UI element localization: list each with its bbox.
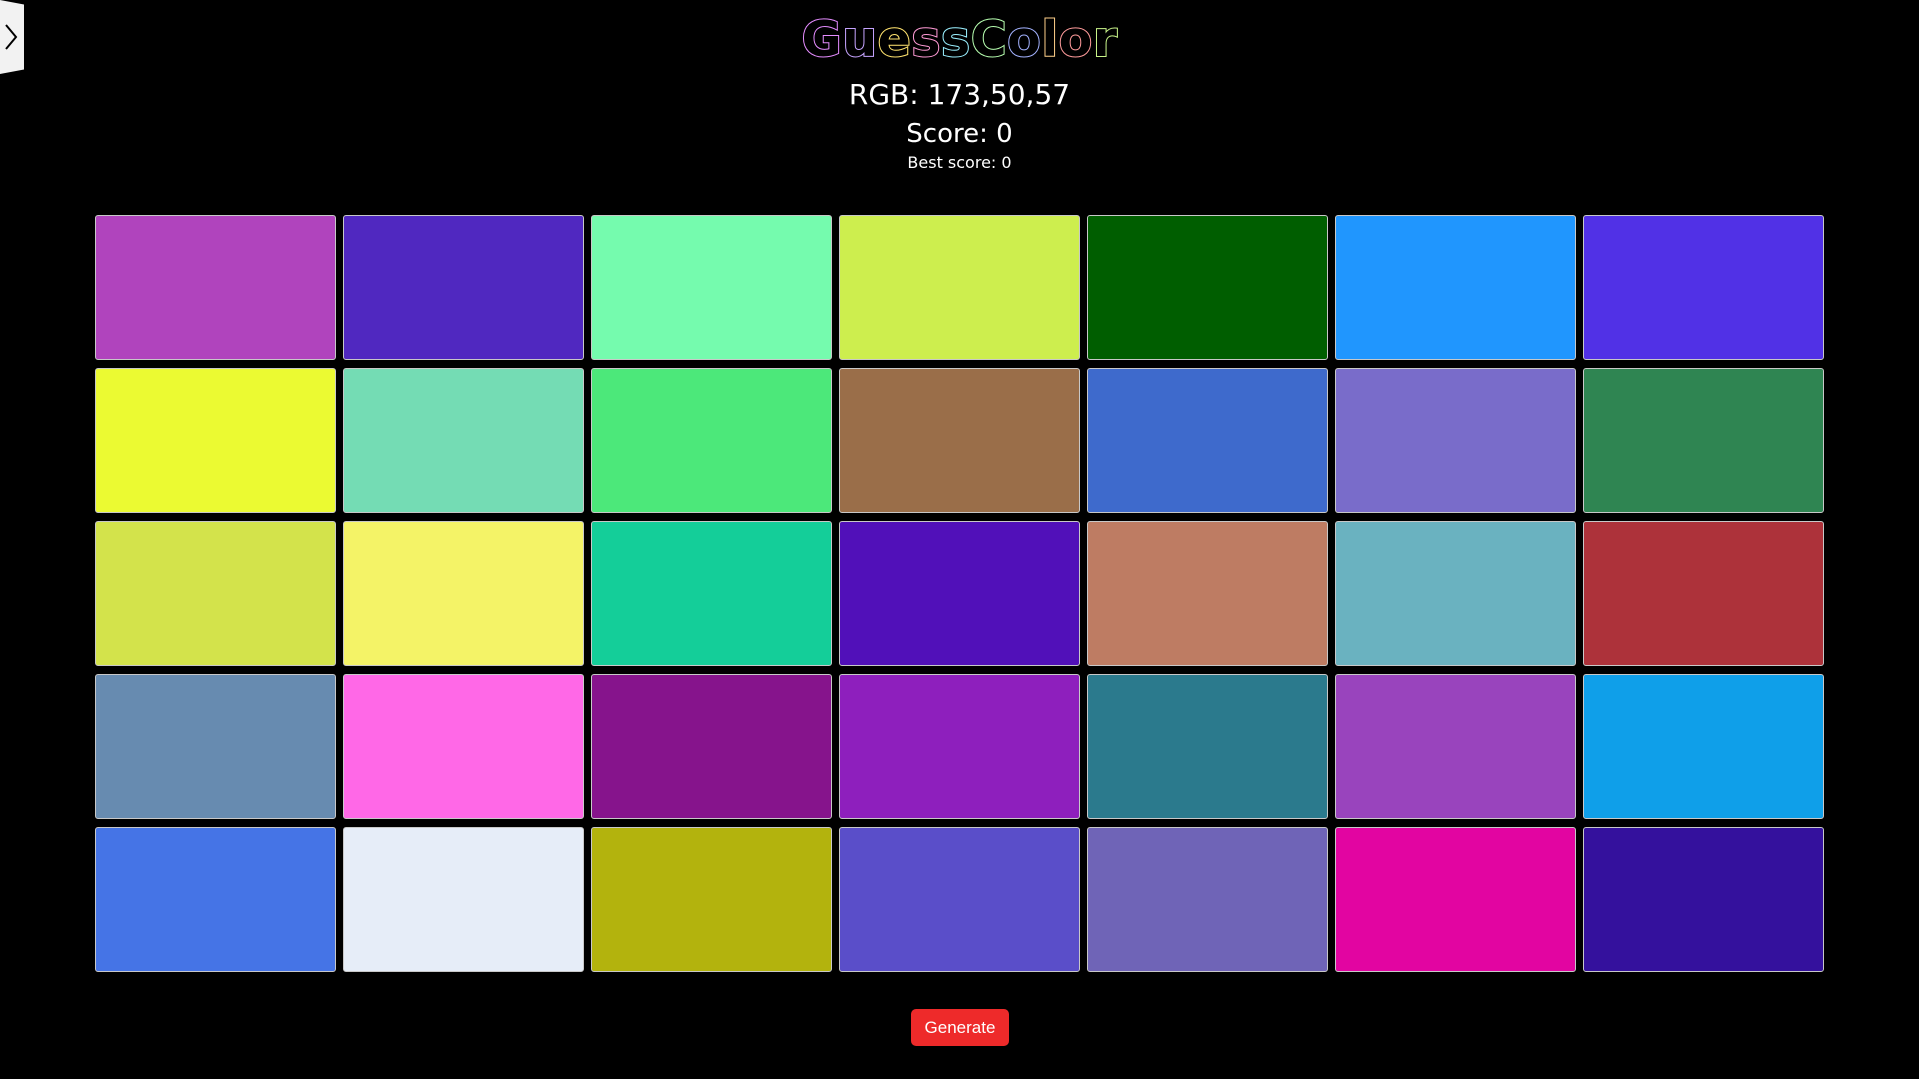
color-tile[interactable]: [591, 827, 832, 972]
title-letter: s: [940, 10, 971, 69]
title-letter: C: [970, 10, 1008, 69]
score-label: Score: 0: [906, 119, 1013, 149]
color-tile[interactable]: [343, 827, 584, 972]
target-rgb-label: RGB: 173,50,57: [848, 78, 1071, 111]
color-tile[interactable]: [95, 674, 336, 819]
color-tile[interactable]: [591, 521, 832, 666]
color-tile[interactable]: [591, 368, 832, 513]
best-score-label: Best score: 0: [907, 153, 1012, 172]
title-letter: r: [1092, 10, 1118, 69]
color-tile[interactable]: [343, 215, 584, 360]
color-tile[interactable]: [1087, 368, 1328, 513]
color-tile[interactable]: [1087, 674, 1328, 819]
color-tile[interactable]: [839, 674, 1080, 819]
color-tile[interactable]: [343, 674, 584, 819]
color-tile[interactable]: [1335, 827, 1576, 972]
color-tile[interactable]: [839, 368, 1080, 513]
color-tile[interactable]: [1087, 215, 1328, 360]
color-tile[interactable]: [95, 215, 336, 360]
title-letter: l: [1040, 10, 1059, 69]
color-tile[interactable]: [1583, 215, 1824, 360]
title-letter: o: [1058, 10, 1094, 69]
color-tile[interactable]: [1087, 521, 1328, 666]
color-tile[interactable]: [95, 368, 336, 513]
color-tile[interactable]: [1583, 521, 1824, 666]
color-tile[interactable]: [839, 521, 1080, 666]
color-tile[interactable]: [1335, 674, 1576, 819]
title-letter: u: [841, 10, 878, 69]
color-tile[interactable]: [839, 827, 1080, 972]
color-tile[interactable]: [1583, 827, 1824, 972]
color-tile[interactable]: [1583, 368, 1824, 513]
color-tile[interactable]: [1335, 521, 1576, 666]
color-tile[interactable]: [343, 368, 584, 513]
color-tile[interactable]: [1335, 368, 1576, 513]
color-tile[interactable]: [1335, 215, 1576, 360]
title-letter: G: [801, 10, 843, 69]
title-letter: s: [910, 10, 942, 69]
color-tile[interactable]: [591, 215, 832, 360]
header: GuessColor RGB: 173,50,57 Score: 0 Best …: [0, 0, 1919, 174]
color-tile[interactable]: [1583, 674, 1824, 819]
color-tile[interactable]: [1087, 827, 1328, 972]
color-grid: [95, 215, 1825, 972]
color-tile[interactable]: [95, 827, 336, 972]
color-tile[interactable]: [591, 674, 832, 819]
generate-button[interactable]: Generate: [911, 1009, 1009, 1046]
title-letter: o: [1006, 10, 1042, 69]
color-tile[interactable]: [839, 215, 1080, 360]
color-tile[interactable]: [95, 521, 336, 666]
color-tile[interactable]: [343, 521, 584, 666]
guess-color-page: GuessColor RGB: 173,50,57 Score: 0 Best …: [0, 0, 1919, 1079]
title-letter: e: [877, 10, 912, 69]
app-title: GuessColor: [0, 8, 1919, 72]
